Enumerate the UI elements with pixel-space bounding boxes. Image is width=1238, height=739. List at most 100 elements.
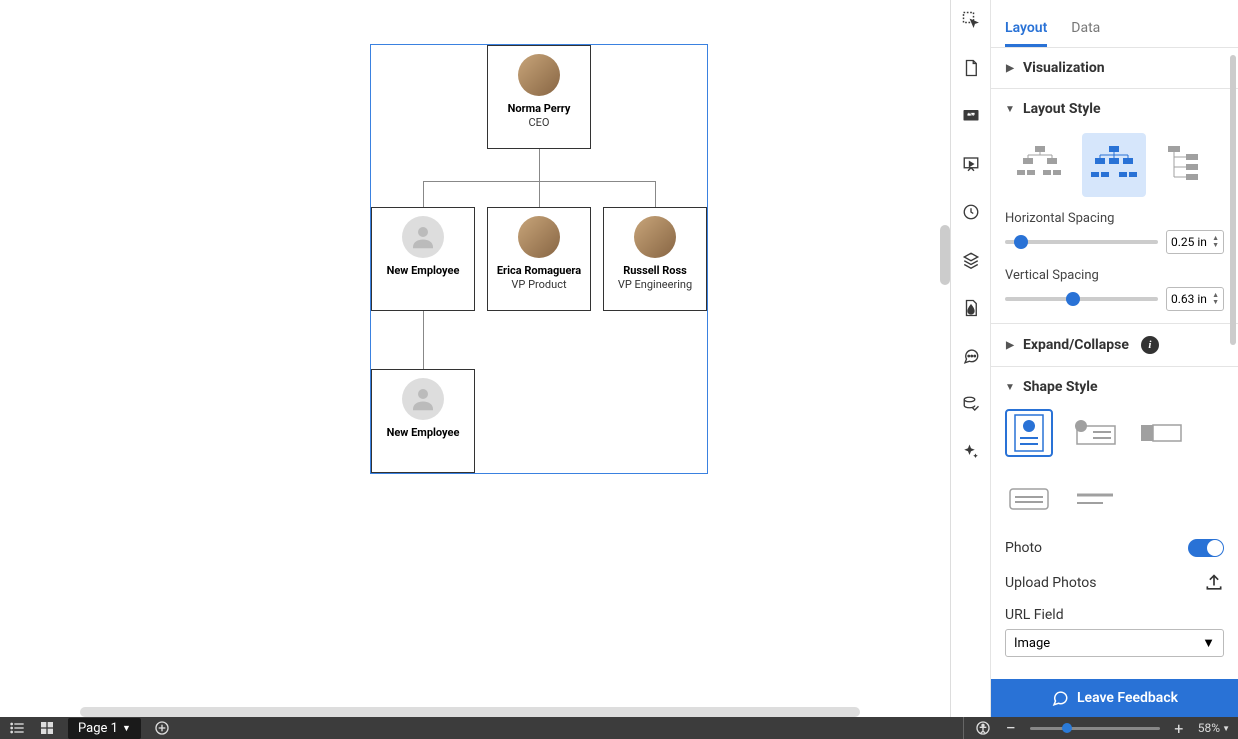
- url-field-value: Image: [1014, 636, 1050, 651]
- info-icon[interactable]: i: [1141, 336, 1159, 354]
- section-layout-style[interactable]: ▼ Layout Style: [1005, 101, 1224, 117]
- employee-name: Russell Ross: [623, 264, 687, 277]
- avatar: [518, 216, 560, 258]
- photo-toggle[interactable]: [1188, 539, 1224, 557]
- canvas[interactable]: Norma Perry CEO New Employee Erica Romag…: [0, 0, 950, 717]
- leave-feedback-button[interactable]: Leave Feedback: [991, 679, 1238, 717]
- connector: [655, 181, 656, 207]
- layers-icon[interactable]: [961, 250, 981, 270]
- url-field-label: URL Field: [1005, 607, 1224, 623]
- shape-style-pill[interactable]: [1137, 409, 1185, 457]
- feedback-label: Leave Feedback: [1077, 690, 1178, 706]
- section-title: Expand/Collapse: [1023, 337, 1129, 353]
- section-visualization[interactable]: ▶ Visualization: [1005, 60, 1224, 76]
- zoom-in-button[interactable]: +: [1170, 719, 1188, 737]
- chevron-right-icon: ▶: [1005, 63, 1015, 73]
- vspacing-value: 0.63 in: [1171, 292, 1207, 306]
- rail-icon-column: ❝❞: [951, 0, 991, 717]
- chevron-down-icon: ▼: [1005, 104, 1015, 114]
- tab-data[interactable]: Data: [1071, 12, 1100, 47]
- tab-layout[interactable]: Layout: [1005, 12, 1047, 47]
- org-node-ceo[interactable]: Norma Perry CEO: [487, 45, 591, 149]
- shape-style-card-side[interactable]: [1071, 409, 1119, 457]
- section-title: Layout Style: [1023, 101, 1101, 117]
- list-view-icon[interactable]: [8, 719, 26, 737]
- chevron-right-icon: ▶: [1005, 340, 1015, 350]
- fill-icon[interactable]: [961, 298, 981, 318]
- chevron-down-icon: ▼: [122, 723, 131, 734]
- vspacing-input[interactable]: 0.63 in ▲▼: [1166, 287, 1224, 311]
- zoom-out-button[interactable]: −: [1002, 719, 1020, 737]
- horizontal-scrollbar[interactable]: [80, 707, 860, 717]
- page-selector[interactable]: Page 1 ▼: [68, 718, 141, 739]
- presentation-icon[interactable]: [961, 154, 981, 174]
- zoom-value[interactable]: 58% ▼: [1198, 721, 1230, 735]
- avatar-placeholder-icon: [402, 378, 444, 420]
- hspacing-slider[interactable]: [1005, 240, 1158, 244]
- employee-role: VP Product: [511, 278, 566, 291]
- employee-name: Norma Perry: [508, 102, 571, 115]
- slider-thumb[interactable]: [1066, 292, 1080, 306]
- comment-icon: [1051, 689, 1069, 707]
- section-shape-style[interactable]: ▼ Shape Style: [1005, 379, 1224, 395]
- org-node-new-employee-2[interactable]: New Employee: [371, 369, 475, 473]
- layout-style-vertical[interactable]: [1157, 133, 1221, 197]
- org-chart-selection[interactable]: Norma Perry CEO New Employee Erica Romag…: [370, 44, 708, 474]
- layout-style-horizontal[interactable]: [1008, 133, 1072, 197]
- shape-style-card-photo[interactable]: [1005, 409, 1053, 457]
- select-icon[interactable]: [961, 10, 981, 30]
- avatar-placeholder-icon: [402, 216, 444, 258]
- connector: [539, 181, 540, 207]
- employee-role: VP Engineering: [618, 278, 692, 291]
- avatar: [518, 54, 560, 96]
- shape-style-box[interactable]: [1005, 475, 1053, 523]
- slider-thumb[interactable]: [1062, 723, 1072, 733]
- comment-icon[interactable]: [961, 346, 981, 366]
- employee-role: CEO: [529, 116, 550, 129]
- upload-photos-label: Upload Photos: [1005, 575, 1097, 591]
- avatar: [634, 216, 676, 258]
- chevron-down-icon: ▼: [1222, 724, 1230, 733]
- page-label: Page 1: [78, 721, 118, 736]
- vspacing-label: Vertical Spacing: [1005, 268, 1224, 283]
- bottom-bar: Page 1 ▼ − + 58% ▼: [0, 717, 1238, 739]
- panel-scrollbar[interactable]: [1230, 55, 1236, 345]
- url-field-select[interactable]: Image ▼: [1005, 629, 1224, 657]
- org-node-vp-product[interactable]: Erica Romaguera VP Product: [487, 207, 591, 311]
- shape-style-options: [1005, 409, 1224, 523]
- right-panel: ❝❞ Layout Data ▶ Visualization: [950, 0, 1238, 717]
- section-expand-collapse[interactable]: ▶ Expand/Collapse i: [1005, 336, 1224, 354]
- history-icon[interactable]: [961, 202, 981, 222]
- shape-style-lines[interactable]: [1071, 475, 1119, 523]
- org-node-new-employee-1[interactable]: New Employee: [371, 207, 475, 311]
- spinner-arrows-icon[interactable]: ▲▼: [1212, 235, 1219, 249]
- quote-icon[interactable]: ❝❞: [961, 106, 981, 126]
- connector: [423, 311, 424, 369]
- add-page-button[interactable]: [153, 719, 171, 737]
- photo-label: Photo: [1005, 540, 1042, 556]
- layout-style-tree[interactable]: [1082, 133, 1146, 197]
- hspacing-input[interactable]: 0.25 in ▲▼: [1166, 230, 1224, 254]
- separator: [963, 717, 964, 739]
- slider-thumb[interactable]: [1014, 235, 1028, 249]
- grid-view-icon[interactable]: [38, 719, 56, 737]
- zoom-slider[interactable]: [1030, 727, 1160, 730]
- document-icon[interactable]: [961, 58, 981, 78]
- spinner-arrows-icon[interactable]: ▲▼: [1212, 292, 1219, 306]
- chevron-down-icon: ▼: [1202, 635, 1215, 651]
- upload-icon[interactable]: [1204, 573, 1224, 593]
- chevron-down-icon: ▼: [1005, 382, 1015, 392]
- data-link-icon[interactable]: [961, 394, 981, 414]
- hspacing-label: Horizontal Spacing: [1005, 211, 1224, 226]
- svg-text:❝❞: ❝❞: [966, 111, 974, 120]
- org-node-vp-engineering[interactable]: Russell Ross VP Engineering: [603, 207, 707, 311]
- accessibility-icon[interactable]: [974, 719, 992, 737]
- connector: [423, 181, 424, 207]
- vspacing-slider[interactable]: [1005, 297, 1158, 301]
- sparkle-icon[interactable]: [961, 442, 981, 462]
- employee-name: Erica Romaguera: [497, 264, 581, 277]
- vertical-scrollbar[interactable]: [940, 225, 950, 285]
- hspacing-value: 0.25 in: [1171, 235, 1207, 249]
- connector: [539, 149, 540, 181]
- panel-body[interactable]: ▶ Visualization ▼ Layout Style: [991, 48, 1238, 679]
